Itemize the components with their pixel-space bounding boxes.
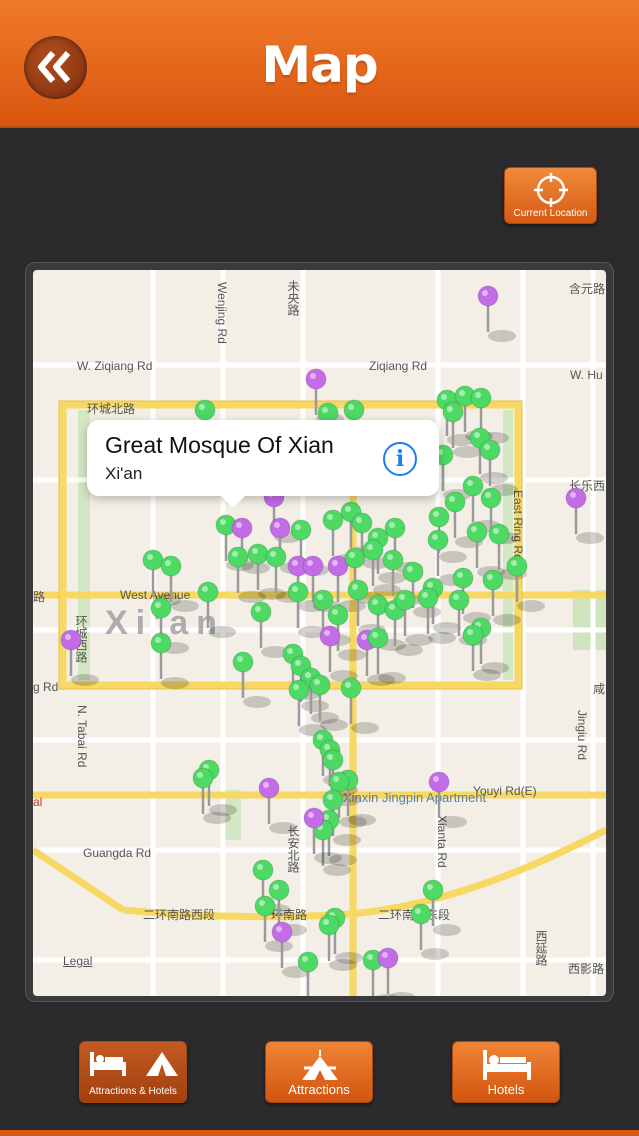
bottom-tab-bar: Attractions & Hotels Attractions Hotels (0, 1024, 639, 1136)
tab-label: Attractions (288, 1082, 350, 1097)
bed-and-tent-icon (90, 1052, 178, 1076)
map-pin-green[interactable] (506, 555, 545, 612)
map-pin-purple[interactable] (60, 629, 99, 686)
tab-attractions[interactable]: Attractions (265, 1041, 373, 1103)
map-pin-green[interactable] (250, 601, 289, 658)
map-pin-purple[interactable] (428, 771, 467, 828)
page-title: Map (261, 36, 378, 94)
map-view[interactable]: W. Ziqiang Rd Ziqiang Rd W. Hu 环城北路 含元路 … (33, 270, 606, 996)
map-pin-green[interactable] (318, 914, 357, 971)
map-pin-green[interactable] (150, 632, 189, 689)
bed-icon (483, 1050, 531, 1080)
map-pin-green[interactable] (479, 439, 518, 496)
pin-layer (60, 285, 604, 996)
location-callout[interactable]: Great Mosque Of Xian Xi'an i (87, 420, 439, 508)
tab-label: Hotels (487, 1082, 525, 1097)
callout-subtitle: Xi'an (105, 464, 143, 483)
info-icon[interactable]: i (383, 442, 417, 476)
crosshair-icon (534, 173, 568, 207)
map-pin-green[interactable] (192, 767, 231, 824)
tab-attractions-hotels[interactable]: Attractions & Hotels (79, 1041, 187, 1103)
tent-icon (302, 1050, 338, 1080)
map-pin-green[interactable] (232, 651, 271, 708)
header-bar: Map (0, 0, 639, 128)
current-location-label: Current Location (513, 208, 588, 219)
current-location-button[interactable]: Current Location (504, 167, 597, 224)
map-pin-purple[interactable] (258, 777, 297, 834)
map-pin-purple[interactable] (477, 285, 516, 342)
map-pin-purple[interactable] (565, 487, 604, 544)
legal-link[interactable]: Legal (63, 954, 92, 968)
tab-hotels[interactable]: Hotels (452, 1041, 560, 1103)
tab-label: Attractions & Hotels (89, 1086, 177, 1097)
map-pin-green[interactable] (197, 581, 236, 638)
map-pin-purple[interactable] (377, 947, 416, 996)
map-pin-green[interactable] (312, 819, 351, 876)
callout-title: Great Mosque Of Xian (105, 432, 334, 458)
